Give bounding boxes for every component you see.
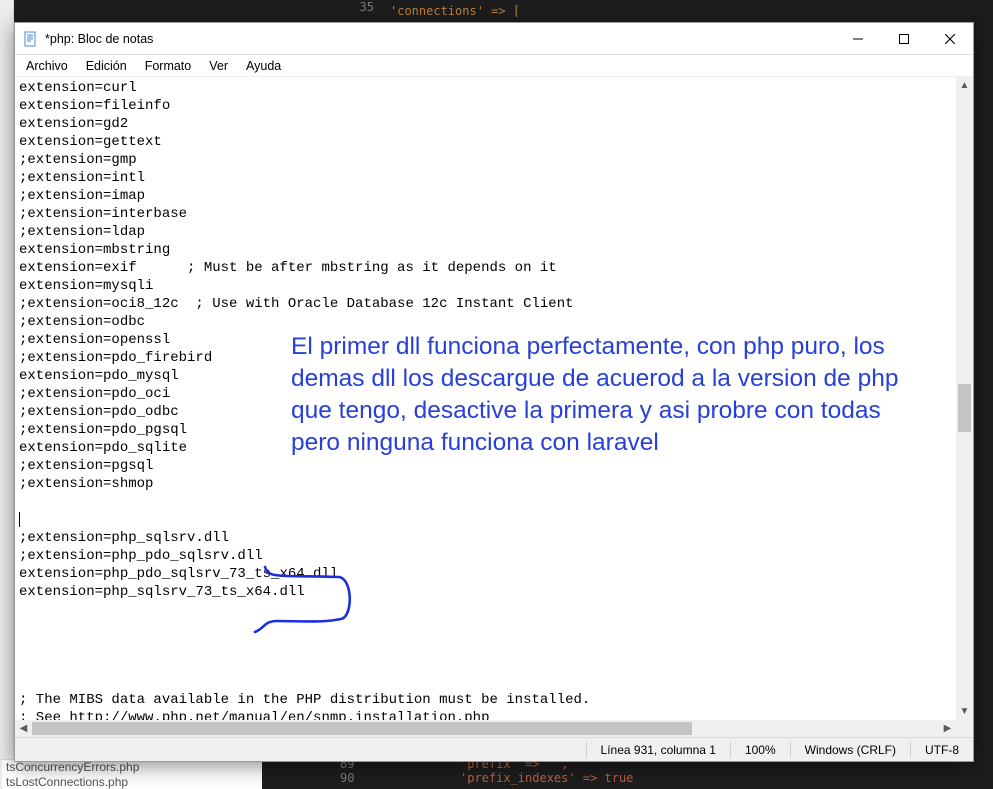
editor-line[interactable]: extension=exif ; Must be after mbstring … <box>19 259 952 277</box>
text-editor[interactable]: extension=curlextension=fileinfoextensio… <box>15 77 956 720</box>
scroll-thumb[interactable] <box>958 384 971 432</box>
statusbar: Línea 931, columna 1 100% Windows (CRLF)… <box>15 737 973 761</box>
editor-line[interactable]: ;extension=php_pdo_sqlsrv.dll <box>19 547 952 565</box>
editor-line[interactable] <box>19 619 952 637</box>
menubar: Archivo Edición Formato Ver Ayuda <box>15 55 973 77</box>
editor-line[interactable]: ;extension=imap <box>19 187 952 205</box>
file-item: tsLostConnections.php <box>6 775 258 789</box>
left-panel-files: tsConcurrencyErrors.php tsLostConnection… <box>2 759 262 789</box>
bg-line-number: 90 <box>340 771 354 785</box>
editor-line[interactable]: extension=gettext <box>19 133 952 151</box>
editor-line[interactable] <box>19 637 952 655</box>
editor-line[interactable]: ;extension=gmp <box>19 151 952 169</box>
menu-help[interactable]: Ayuda <box>237 57 290 75</box>
menu-file[interactable]: Archivo <box>17 57 77 75</box>
bg-line-number: 35 <box>340 0 380 24</box>
menu-edit[interactable]: Edición <box>77 57 136 75</box>
scroll-up-icon[interactable]: ▲ <box>956 77 973 94</box>
editor-line[interactable]: extension=curl <box>19 79 952 97</box>
vertical-scrollbar[interactable]: ▲ ▼ <box>956 77 973 720</box>
editor-line[interactable]: extension=mysqli <box>19 277 952 295</box>
editor-line[interactable]: extension=php_sqlsrv_73_ts_x64.dll <box>19 583 952 601</box>
scroll-track[interactable] <box>956 94 973 703</box>
editor-line[interactable] <box>19 511 952 529</box>
menu-format[interactable]: Formato <box>136 57 201 75</box>
window-title: *php: Bloc de notas <box>45 32 153 46</box>
editor-line[interactable]: ;extension=odbc <box>19 313 952 331</box>
editor-line[interactable]: ;extension=pdo_pgsql <box>19 421 952 439</box>
editor-line[interactable]: extension=mbstring <box>19 241 952 259</box>
editor-line[interactable]: ;extension=pgsql <box>19 457 952 475</box>
editor-line[interactable]: ;extension=ldap <box>19 223 952 241</box>
editor-line[interactable]: ;extension=openssl <box>19 331 952 349</box>
status-position: Línea 931, columna 1 <box>587 743 730 757</box>
status-encoding: UTF-8 <box>911 743 973 757</box>
scroll-left-icon[interactable]: ◀ <box>15 720 32 737</box>
editor-area: extension=curlextension=fileinfoextensio… <box>15 77 973 737</box>
notepad-window: *php: Bloc de notas Archivo Edición Form… <box>14 22 974 762</box>
scroll-right-icon[interactable]: ▶ <box>939 720 956 737</box>
editor-line[interactable]: extension=gd2 <box>19 115 952 133</box>
left-panel-strip <box>0 0 14 789</box>
maximize-button[interactable] <box>881 23 927 55</box>
text-cursor <box>19 512 20 527</box>
close-button[interactable] <box>927 23 973 55</box>
editor-line[interactable]: ;extension=pdo_odbc <box>19 403 952 421</box>
editor-line[interactable]: ;extension=pdo_firebird <box>19 349 952 367</box>
file-item: tsConcurrencyErrors.php <box>6 760 258 775</box>
editor-line[interactable]: ;extension=intl <box>19 169 952 187</box>
notepad-app-icon <box>23 31 39 47</box>
editor-line[interactable]: extension=pdo_sqlite <box>19 439 952 457</box>
scroll-corner <box>956 720 973 737</box>
editor-line[interactable]: ;extension=pdo_oci <box>19 385 952 403</box>
editor-line[interactable] <box>19 673 952 691</box>
editor-line[interactable]: ; See http://www.php.net/manual/en/snmp.… <box>19 709 952 720</box>
scroll-thumb[interactable] <box>32 722 692 735</box>
scroll-down-icon[interactable]: ▼ <box>956 703 973 720</box>
minimize-button[interactable] <box>835 23 881 55</box>
horizontal-scrollbar[interactable]: ◀ ▶ <box>15 720 956 737</box>
editor-line[interactable] <box>19 493 952 511</box>
menu-view[interactable]: Ver <box>200 57 237 75</box>
editor-line[interactable]: ;extension=oci8_12c ; Use with Oracle Da… <box>19 295 952 313</box>
editor-line[interactable] <box>19 601 952 619</box>
status-eol: Windows (CRLF) <box>791 743 910 757</box>
editor-line[interactable] <box>19 655 952 673</box>
editor-line[interactable]: ;extension=interbase <box>19 205 952 223</box>
editor-line[interactable]: ; The MIBS data available in the PHP dis… <box>19 691 952 709</box>
status-zoom: 100% <box>731 743 790 757</box>
editor-line[interactable]: ;extension=php_sqlsrv.dll <box>19 529 952 547</box>
editor-line[interactable]: extension=pdo_mysql <box>19 367 952 385</box>
bg-code-snippet: 'prefix_indexes' => true <box>460 771 633 785</box>
editor-line[interactable]: ;extension=shmop <box>19 475 952 493</box>
titlebar[interactable]: *php: Bloc de notas <box>15 23 973 55</box>
editor-line[interactable]: extension=php_pdo_sqlsrv_73_ts_x64.dll <box>19 565 952 583</box>
scroll-track[interactable] <box>32 720 939 737</box>
editor-line[interactable]: extension=fileinfo <box>19 97 952 115</box>
bg-code-line: 'connections' => [ <box>390 4 520 18</box>
